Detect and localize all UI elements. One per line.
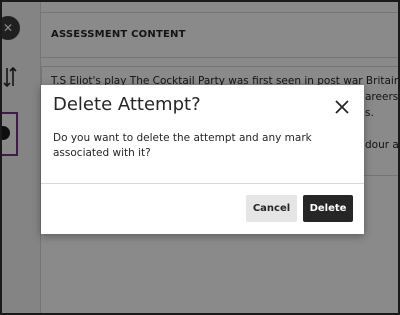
dialog-divider	[41, 183, 364, 184]
delete-attempt-dialog: Delete Attempt? Do you want to delete th…	[41, 85, 364, 234]
cancel-button[interactable]: Cancel	[246, 195, 297, 222]
dialog-title: Delete Attempt?	[53, 94, 201, 115]
close-icon[interactable]	[333, 98, 351, 116]
dialog-message: Do you want to delete the attempt and an…	[53, 132, 312, 159]
delete-button[interactable]: Delete	[303, 195, 353, 222]
app-frame: ✕ ASSESSMENT CONTENT T.S Eliot's play Th…	[0, 0, 400, 315]
